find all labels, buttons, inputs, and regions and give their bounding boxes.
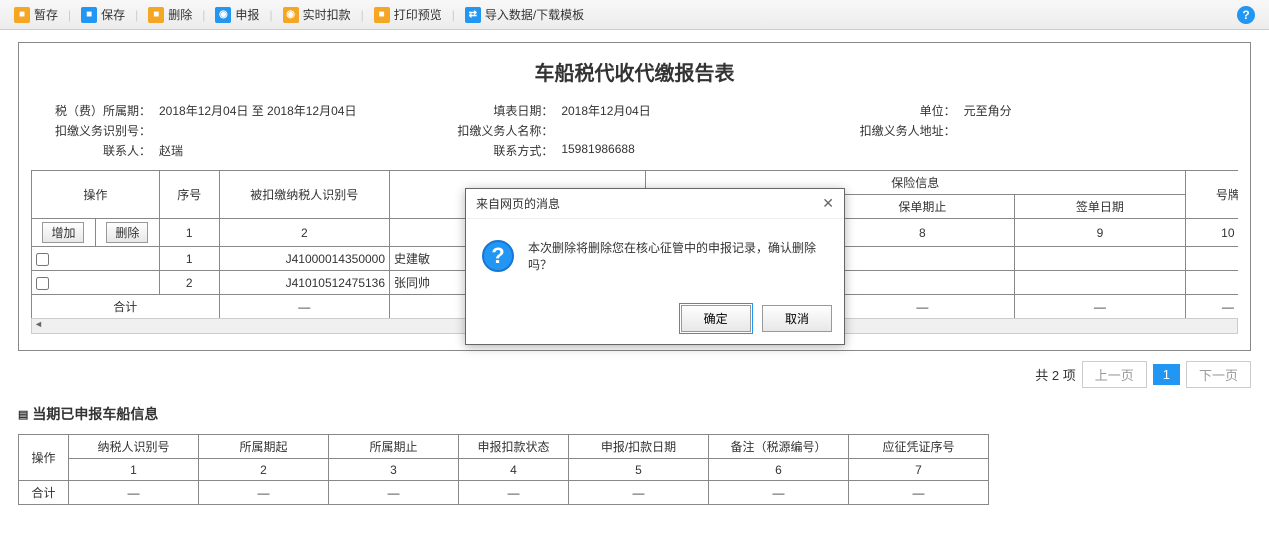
dialog-title: 来自网页的消息: [476, 195, 560, 212]
dialog-ok-button[interactable]: 确定: [681, 305, 751, 332]
dialog-overlay: 来自网页的消息 ✕ ? 本次删除将删除您在核心征管中的申报记录，确认删除吗？ 确…: [0, 0, 1269, 542]
question-icon: ?: [482, 240, 514, 272]
dialog-message: 本次删除将删除您在核心征管中的申报记录，确认删除吗？: [528, 239, 828, 273]
confirm-dialog: 来自网页的消息 ✕ ? 本次删除将删除您在核心征管中的申报记录，确认删除吗？ 确…: [465, 188, 845, 345]
dialog-cancel-button[interactable]: 取消: [762, 305, 832, 332]
dialog-close-button[interactable]: ✕: [822, 195, 834, 212]
